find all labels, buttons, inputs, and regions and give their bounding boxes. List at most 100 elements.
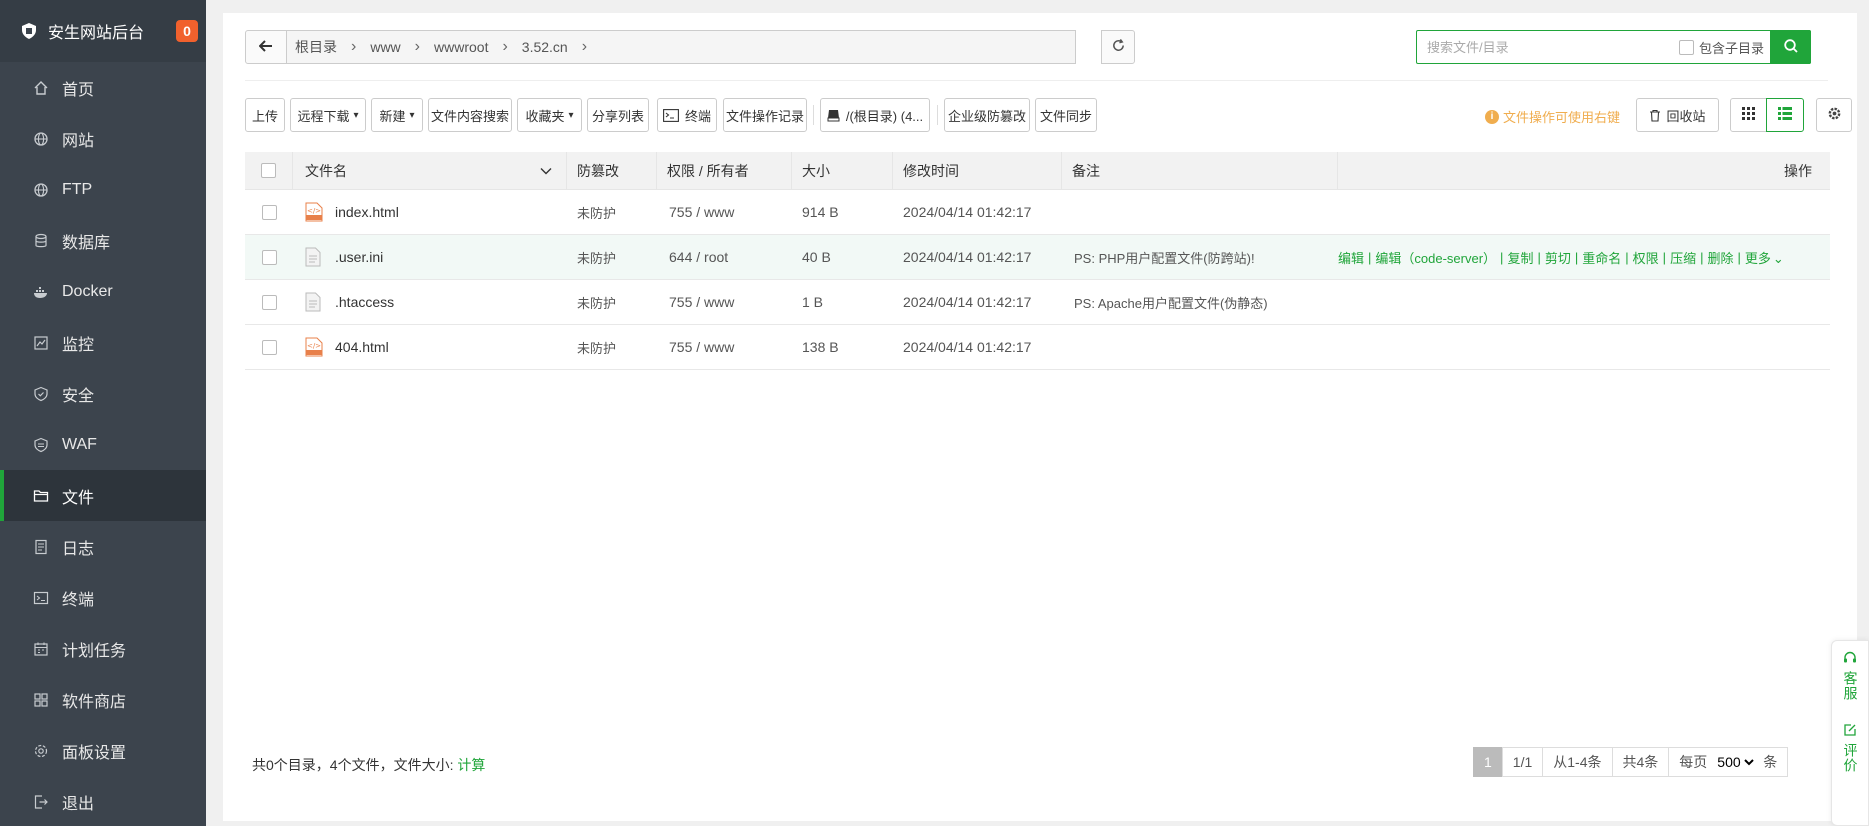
permission[interactable]: 755 / www xyxy=(657,190,792,235)
file-note[interactable] xyxy=(1062,325,1326,370)
calculate-size-link[interactable]: 计算 xyxy=(457,757,485,773)
sidebar-item-label: 数据库 xyxy=(62,234,111,252)
sidebar-item-home[interactable]: 首页 xyxy=(0,62,206,113)
compress-link[interactable]: 压缩 xyxy=(1670,248,1696,267)
recycle-bin-button[interactable]: 回收站 xyxy=(1636,98,1719,132)
sidebar-item-security[interactable]: 安全 xyxy=(0,368,206,419)
breadcrumb-item[interactable]: 3.52.cn › xyxy=(522,38,601,56)
file-table: 文件名 防篡改 权限 / 所有者 大小 修改时间 备注 操作 </> index… xyxy=(245,151,1830,370)
header-size-label: 大小 xyxy=(802,162,830,179)
edit-link[interactable]: 编辑 xyxy=(1338,248,1364,267)
sidebar-item-website[interactable]: 网站 xyxy=(0,113,206,164)
breadcrumb-item[interactable]: wwwroot › xyxy=(434,38,522,56)
sidebar-item-cron[interactable]: 计划任务 xyxy=(0,623,206,674)
op-log-button[interactable]: 文件操作记录 xyxy=(723,98,807,132)
chevron-down-icon: ▾ xyxy=(353,109,359,121)
disk-button[interactable]: /(根目录) (4... xyxy=(820,98,930,132)
search-input[interactable] xyxy=(1417,31,1679,63)
modified-time: 2024/04/14 01:42:17 xyxy=(903,294,1032,310)
header-ops-label: 操作 xyxy=(1784,162,1812,179)
row-checkbox[interactable] xyxy=(261,249,277,265)
customer-service-button[interactable]: 客服 xyxy=(1832,651,1868,701)
new-button[interactable]: 新建 ▾ xyxy=(371,98,423,132)
file-name-cell[interactable]: .htaccess xyxy=(293,280,567,325)
sidebar-item-monitor[interactable]: 监控 xyxy=(0,317,206,368)
sidebar-item-waf[interactable]: WAF xyxy=(0,419,206,470)
table-row[interactable]: </> index.html 未防护 755 / www 914 B 2024/… xyxy=(245,190,1830,235)
file-name-cell[interactable]: </> 404.html xyxy=(293,325,567,370)
permission[interactable]: 644 / root xyxy=(657,235,792,280)
protect-status[interactable]: 未防护 xyxy=(567,190,657,235)
back-button[interactable] xyxy=(245,30,287,64)
settings-button[interactable] xyxy=(1816,98,1852,132)
sidebar-item-ftp[interactable]: FTP xyxy=(0,164,206,215)
page-current[interactable]: 1 xyxy=(1473,747,1503,777)
sidebar-item-logout[interactable]: 退出 xyxy=(0,776,206,826)
sidebar-item-store[interactable]: 软件商店 xyxy=(0,674,206,725)
breadcrumb-item[interactable]: www › xyxy=(370,38,434,56)
sidebar-item-settings[interactable]: 面板设置 xyxy=(0,725,206,776)
select-all-checkbox[interactable] xyxy=(261,163,276,178)
protect-status[interactable]: 未防护 xyxy=(567,325,657,370)
terminal-button[interactable]: 终端 xyxy=(657,98,717,132)
sidebar-item-logs[interactable]: 日志 xyxy=(0,521,206,572)
protect-status[interactable]: 未防护 xyxy=(567,280,657,325)
table-row[interactable]: .user.ini 未防护 644 / root 40 B 2024/04/14… xyxy=(245,235,1830,280)
delete-link[interactable]: 删除 xyxy=(1707,248,1733,267)
file-note[interactable]: PS: Apache用户配置文件(伪静态) xyxy=(1062,280,1326,325)
header-perm[interactable]: 权限 / 所有者 xyxy=(657,151,792,190)
content-search-button[interactable]: 文件内容搜索 xyxy=(428,98,512,132)
header-size[interactable]: 大小 xyxy=(792,151,893,190)
cut-link[interactable]: 剪切 xyxy=(1545,248,1571,267)
breadcrumb-item[interactable]: 根目录 › xyxy=(295,37,370,57)
file-note[interactable]: PS: PHP用户配置文件(防跨站)! xyxy=(1062,235,1326,280)
refresh-button[interactable] xyxy=(1101,30,1135,64)
file-name-cell[interactable]: .user.ini xyxy=(293,235,567,280)
svg-text:</>: </> xyxy=(307,207,321,215)
file-name-cell[interactable]: </> index.html xyxy=(293,190,567,235)
row-checkbox[interactable] xyxy=(261,339,277,355)
header-protect[interactable]: 防篡改 xyxy=(567,151,657,190)
row-checkbox-cell xyxy=(245,325,293,370)
sync-label: 文件同步 xyxy=(1040,108,1093,124)
favorites-label: 收藏夹 xyxy=(525,108,565,124)
tamper-button[interactable]: 企业级防篡改 xyxy=(944,98,1030,132)
row-ops xyxy=(1326,325,1830,370)
review-button[interactable]: 评价 xyxy=(1832,723,1868,773)
header-name[interactable]: 文件名 xyxy=(293,151,567,190)
settings-icon xyxy=(32,742,50,760)
protect-status[interactable]: 未防护 xyxy=(567,235,657,280)
per-page-select[interactable]: 500 xyxy=(1713,753,1758,771)
sync-button[interactable]: 文件同步 xyxy=(1035,98,1097,132)
table-row[interactable]: </> 404.html 未防护 755 / www 138 B 2024/04… xyxy=(245,325,1830,370)
checkbox[interactable] xyxy=(1678,39,1694,55)
upload-button[interactable]: 上传 xyxy=(245,98,285,132)
grid-view-button[interactable] xyxy=(1730,98,1767,132)
more-link[interactable]: 更多 ⌄ xyxy=(1745,248,1784,267)
search-icon xyxy=(1783,38,1799,57)
edit-code-server-link[interactable]: 编辑（code-server） xyxy=(1375,248,1496,267)
row-checkbox[interactable] xyxy=(261,204,277,220)
share-list-button[interactable]: 分享列表 xyxy=(587,98,649,132)
rename-link[interactable]: 重命名 xyxy=(1582,248,1621,267)
file-note[interactable] xyxy=(1062,190,1326,235)
permission[interactable]: 755 / www xyxy=(657,280,792,325)
more-label: 更多 xyxy=(1744,250,1771,266)
remote-download-button[interactable]: 远程下载 ▾ xyxy=(290,98,366,132)
sidebar-item-files[interactable]: 文件 xyxy=(0,470,206,521)
header-mtime[interactable]: 修改时间 xyxy=(893,151,1062,190)
row-checkbox[interactable] xyxy=(261,294,277,310)
calendar-icon xyxy=(32,640,50,658)
sidebar-item-terminal[interactable]: 终端 xyxy=(0,572,206,623)
copy-link[interactable]: 复制 xyxy=(1507,248,1533,267)
sidebar-item-database[interactable]: 数据库 xyxy=(0,215,206,266)
table-row[interactable]: .htaccess 未防护 755 / www 1 B 2024/04/14 0… xyxy=(245,280,1830,325)
permission-link[interactable]: 权限 xyxy=(1633,248,1659,267)
notification-badge[interactable]: 0 xyxy=(176,20,198,42)
include-subdir-checkbox[interactable]: 包含子目录 xyxy=(1678,38,1764,57)
list-view-button[interactable] xyxy=(1766,98,1804,132)
permission[interactable]: 755 / www xyxy=(657,325,792,370)
search-button[interactable] xyxy=(1770,30,1811,64)
favorites-button[interactable]: 收藏夹 ▾ xyxy=(517,98,582,132)
sidebar-item-docker[interactable]: Docker xyxy=(0,266,206,317)
